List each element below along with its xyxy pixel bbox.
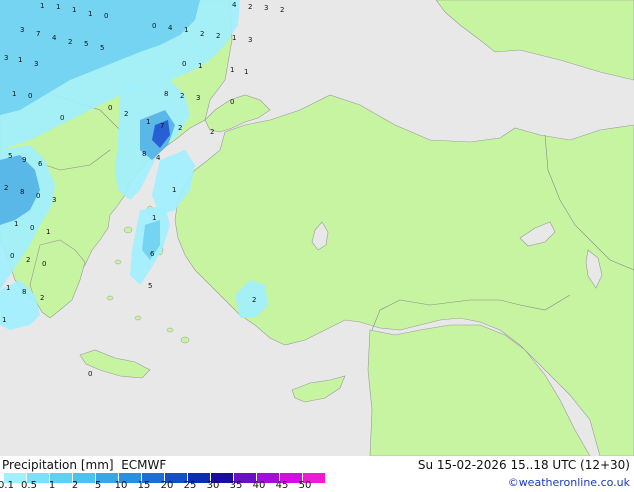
precip-label: 0 <box>104 12 108 20</box>
precip-label: 2 <box>124 110 128 118</box>
legend-bar: Precipitation [mm] ECMWF Su 15-02-2026 1… <box>0 456 634 491</box>
precip-label: 1 <box>56 3 60 11</box>
credit-link[interactable]: ©weatheronline.co.uk <box>508 476 630 489</box>
colorbar-tick-label: 10 <box>114 480 128 491</box>
precip-label: 8 <box>20 188 24 196</box>
precip-label: 3 <box>34 60 38 68</box>
precip-label: 0 <box>60 114 64 122</box>
colorbar-tick-label: 5 <box>94 480 102 491</box>
precip-label: 3 <box>248 36 252 44</box>
precip-label: 2 <box>26 256 30 264</box>
precip-label: 0 <box>152 22 156 30</box>
precip-label: 1 <box>172 186 176 194</box>
colorbar-tick-label: 30 <box>206 480 220 491</box>
precip-label: 8 <box>164 90 168 98</box>
precip-label: 5 <box>100 44 104 52</box>
model-name: ECMWF <box>121 458 167 472</box>
colorbar-tick-label: 40 <box>252 480 266 491</box>
precip-label: 6 <box>150 250 155 258</box>
colorbar-tick-label: 0.5 <box>21 480 37 491</box>
precip-label: 3 <box>196 94 200 102</box>
precip-label: 7 <box>36 30 40 38</box>
colorbar-tick-label: 25 <box>183 480 197 491</box>
precip-label: 2 <box>200 30 204 38</box>
precip-label: 4 <box>232 1 237 9</box>
precip-label: 3 <box>4 54 8 62</box>
precip-label: 0 <box>42 260 46 268</box>
precip-label: 1 <box>198 62 202 70</box>
precip-label: 1 <box>6 284 10 292</box>
colorbar-tick-label: 35 <box>229 480 243 491</box>
colorbar-tick-label: 2 <box>71 480 79 491</box>
precip-label: 2 <box>68 38 72 46</box>
precip-label: 1 <box>72 6 76 14</box>
precip-label: 2 <box>280 6 284 14</box>
precip-label: 6 <box>38 160 43 168</box>
precip-label: 2 <box>248 3 252 11</box>
precip-label: 3 <box>264 4 268 12</box>
colorbar-tick-label: 50 <box>298 480 312 491</box>
precip-label: 1 <box>14 220 18 228</box>
precip-label: 1 <box>244 68 248 76</box>
colorbar-tick-label: 1 <box>48 480 56 491</box>
precip-label: 3 <box>20 26 24 34</box>
precip-label: 2 <box>216 32 220 40</box>
legend-title: Precipitation [mm] ECMWF <box>2 458 166 472</box>
colorbar-tick-label: 0.1 <box>0 480 14 491</box>
precip-label: 0 <box>36 192 40 200</box>
precip-label: 2 <box>210 128 214 136</box>
precip-label: 2 <box>178 124 182 132</box>
precip-label: 0 <box>30 224 34 232</box>
forecast-datetime: Su 15-02-2026 15..18 UTC (12+30) <box>417 458 630 472</box>
precip-label: 8 <box>142 150 146 158</box>
precip-label: 1 <box>146 118 150 126</box>
precip-label: 1 <box>184 26 188 34</box>
precip-label: 0 <box>28 92 32 100</box>
precip-label: 2 <box>4 184 8 192</box>
precip-label: 1 <box>152 214 156 222</box>
colorbar-tick-label: 45 <box>275 480 289 491</box>
colorbar-tick-label: 15 <box>137 480 151 491</box>
precip-label: 5 <box>84 40 88 48</box>
precip-label: 1 <box>2 316 6 324</box>
precip-label: 1 <box>46 228 50 236</box>
colorbar-tick-label: 20 <box>160 480 174 491</box>
precip-label: 5 <box>8 152 12 160</box>
precip-label: 0 <box>108 104 112 112</box>
precip-label: 0 <box>182 60 186 68</box>
precip-label: 1 <box>230 66 234 74</box>
precip-label: 4 <box>156 154 161 162</box>
precip-label: 4 <box>168 24 173 32</box>
precip-label: 3 <box>52 196 56 204</box>
precip-label: 2 <box>180 92 184 100</box>
precip-label: 5 <box>148 282 152 290</box>
precip-label: 9 <box>22 156 26 164</box>
precip-label: 7 <box>160 122 164 130</box>
precip-label: 1 <box>88 10 92 18</box>
precip-label: 4 <box>52 34 57 42</box>
precip-label: 1 <box>232 34 236 42</box>
precip-label: 0 <box>88 370 92 378</box>
precip-label: 2 <box>252 296 256 304</box>
precip-label: 1 <box>40 2 44 10</box>
precip-label: 1 <box>18 56 22 64</box>
precipitation-map: 1 1 1 1 0 4 2 3 2 3 7 4 2 5 5 0 4 1 2 2 … <box>0 0 634 457</box>
map-canvas: 1 1 1 1 0 4 2 3 2 3 7 4 2 5 5 0 4 1 2 2 … <box>0 0 634 457</box>
precip-label: 0 <box>230 98 234 106</box>
precip-label: 0 <box>10 252 14 260</box>
precip-label: 1 <box>12 90 16 98</box>
precip-label: 8 <box>22 288 26 296</box>
precip-label: 2 <box>40 294 44 302</box>
precip-title: Precipitation [mm] <box>2 458 114 472</box>
